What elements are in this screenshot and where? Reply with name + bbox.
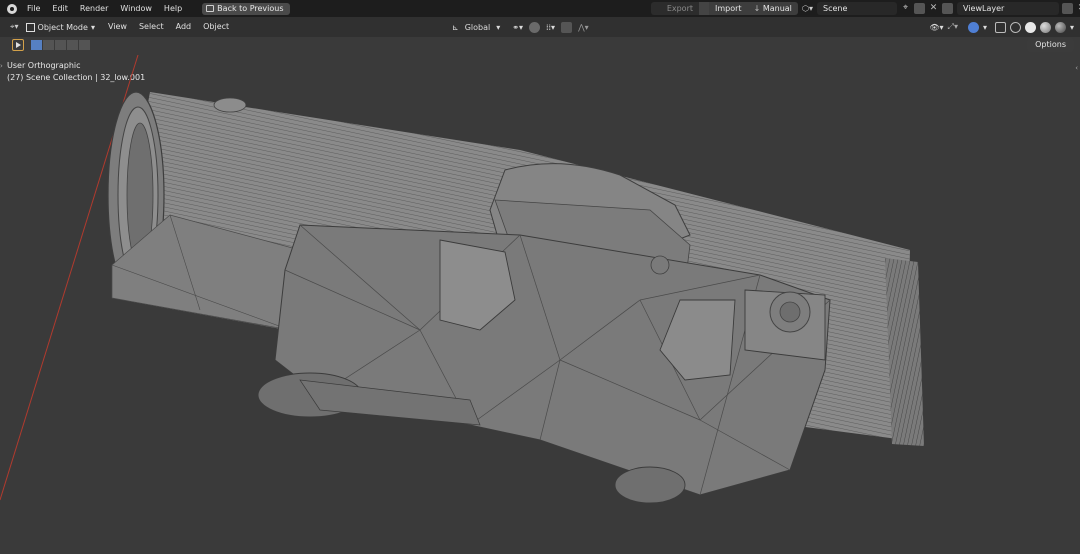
select-subtract-icon[interactable] (55, 40, 66, 50)
menu-select[interactable]: Select (133, 17, 170, 37)
mount-screw (650, 255, 670, 275)
manual-arrow-icon: ↓ (753, 4, 761, 13)
xray-icon[interactable] (994, 21, 1006, 33)
options-dropdown[interactable]: Options (1027, 38, 1074, 52)
chevron-down-icon: ▾ (1069, 22, 1074, 32)
top-bar: File Edit Render Window Help Back to Pre… (0, 0, 1080, 17)
menu-view[interactable]: View (102, 17, 133, 37)
orientation-label[interactable]: Global (465, 23, 491, 32)
snap-icon[interactable] (528, 21, 540, 33)
menu-file[interactable]: File (23, 0, 46, 17)
cursor-select-icon[interactable] (12, 39, 24, 51)
back-to-previous-label: Back to Previous (217, 3, 284, 13)
remove-scene-icon[interactable]: ✕ (928, 3, 939, 14)
import-tab[interactable]: Import (709, 2, 748, 15)
viewport-shading-tools: 👁▾ ⤢▾ ▾ ▾ (929, 17, 1074, 37)
top-knob (213, 97, 247, 113)
menu-add[interactable]: Add (170, 17, 198, 37)
mode-label: Object Mode (37, 22, 88, 32)
workspace-tabs: Export Import ↓ Manual (651, 2, 798, 15)
manual-tab[interactable]: ↓ Manual (747, 2, 798, 15)
viewlayer-icon[interactable] (942, 3, 953, 14)
scene-icon[interactable]: ⬡▾ (802, 4, 813, 13)
tool-settings-bar: Options (0, 37, 1080, 55)
visibility-icon[interactable]: 👁▾ (929, 23, 943, 32)
menu-help[interactable]: Help (158, 0, 188, 17)
scope-mesh (107, 91, 924, 504)
shading-wire-icon[interactable] (1009, 21, 1021, 33)
scene-selector: ⬡▾ Scene ⌖ ✕ (802, 2, 939, 15)
viewlayer-selector: ViewLayer ✕ (942, 2, 1080, 15)
chevron-right-icon (699, 2, 709, 15)
transform-orientation-icon[interactable]: ⊾ (452, 23, 459, 32)
scene-name-field[interactable]: Scene (817, 2, 897, 15)
overlay-icon[interactable] (967, 21, 979, 33)
select-invert-icon[interactable] (67, 40, 78, 50)
snap-target-icon[interactable]: ⁞⁞▾ (546, 23, 555, 32)
editor-type-icon[interactable]: ⌖▾ (10, 22, 19, 32)
chevron-down-icon: ▾ (496, 22, 501, 32)
gizmo-icon[interactable]: ⤢▾ (948, 22, 958, 32)
select-set-icon[interactable] (31, 40, 42, 50)
chevron-down-icon: ▾ (982, 22, 987, 32)
pivot-icon[interactable]: ⚭▾ (512, 23, 523, 32)
viewport-header: ⌖▾ Object Mode ▾ View Select Add Object … (0, 17, 1080, 37)
new-viewlayer-icon[interactable] (1062, 3, 1073, 14)
object-mode-icon (25, 22, 35, 32)
transform-tools: ⊾ Global ▾ ⚭▾ ⁞⁞▾ ⋀▾ (452, 17, 589, 37)
screen-icon (206, 5, 215, 12)
options-label: Options (1035, 40, 1066, 49)
shading-rendered-icon[interactable] (1054, 21, 1066, 33)
import-tab-label: Import (715, 4, 742, 13)
chevron-down-icon: ▾ (90, 22, 95, 32)
selection-mode-group (31, 40, 90, 50)
blender-logo-icon[interactable] (7, 3, 17, 14)
new-scene-icon[interactable] (914, 3, 925, 14)
menu-object[interactable]: Object (197, 17, 235, 37)
mode-dropdown[interactable]: Object Mode ▾ (23, 22, 98, 32)
remove-viewlayer-icon[interactable]: ✕ (1076, 3, 1080, 14)
menu-window[interactable]: Window (114, 0, 158, 17)
menu-edit[interactable]: Edit (46, 0, 74, 17)
select-extend-icon[interactable] (43, 40, 54, 50)
proportional-icon[interactable] (561, 21, 573, 33)
viewlayer-name-field[interactable]: ViewLayer (957, 2, 1059, 15)
viewport-3d-canvas[interactable] (0, 55, 1080, 554)
shading-solid-icon[interactable] (1024, 21, 1036, 33)
export-tab[interactable]: Export (651, 2, 699, 15)
menu-render[interactable]: Render (74, 0, 114, 17)
shading-material-icon[interactable] (1039, 21, 1051, 33)
clamp-bottom (614, 466, 686, 504)
falloff-icon[interactable]: ⋀▾ (578, 23, 589, 32)
pin-icon[interactable]: ⌖ (900, 3, 911, 14)
select-intersect-icon[interactable] (79, 40, 90, 50)
back-to-previous-button[interactable]: Back to Previous (202, 2, 290, 15)
manual-tab-label: Manual (762, 4, 792, 13)
